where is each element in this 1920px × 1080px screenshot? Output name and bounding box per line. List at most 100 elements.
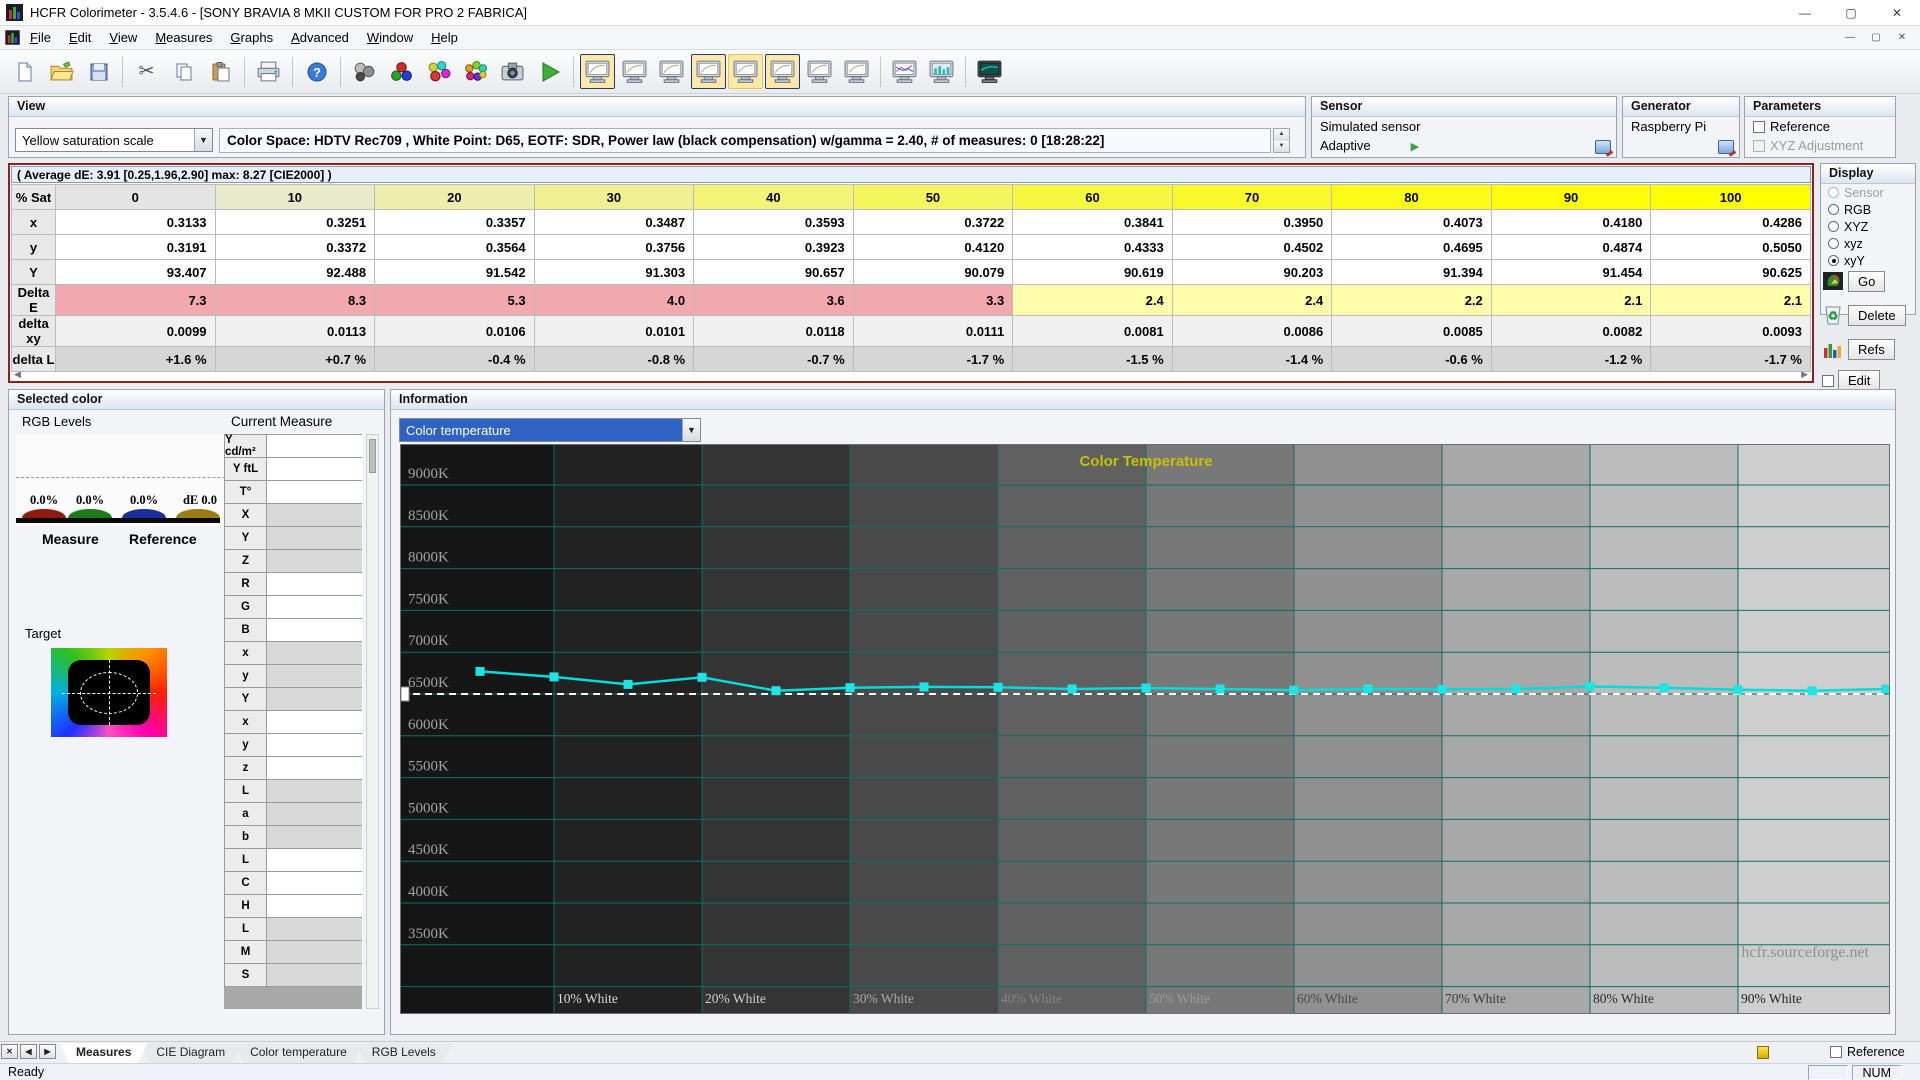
measure-row-value[interactable]	[267, 550, 362, 572]
measure-cell[interactable]: -0.7 %	[693, 346, 854, 372]
measure-row-value[interactable]	[267, 458, 362, 480]
measure-cell[interactable]: 2.1	[1490, 284, 1652, 316]
measure-cell[interactable]: 0.0082	[1490, 315, 1652, 347]
reference-checkbox[interactable]	[1830, 1046, 1842, 1058]
tab-rgb-levels[interactable]: RGB Levels	[356, 1043, 452, 1063]
primaries-view-icon[interactable]	[728, 54, 763, 89]
mdi-restore-button[interactable]: ▢	[1868, 32, 1884, 43]
sat-column-header[interactable]: 40	[693, 184, 854, 210]
measure-cell[interactable]: 93.407	[55, 259, 216, 285]
generator-config-icon[interactable]	[1718, 140, 1734, 154]
checkbox-icon[interactable]	[1753, 120, 1765, 133]
measure-cell[interactable]: 0.3251	[214, 209, 376, 235]
save-icon[interactable]	[81, 54, 116, 89]
measure-cell[interactable]: -0.6 %	[1331, 346, 1492, 372]
measure-cell[interactable]: +0.7 %	[214, 346, 376, 372]
menu-item-graphs[interactable]: Graphs	[221, 27, 282, 48]
go-button[interactable]: Go	[1822, 270, 1918, 292]
help-icon[interactable]: ?	[299, 54, 334, 89]
measure-cell[interactable]: +1.6 %	[55, 346, 216, 372]
nearblack-view-icon[interactable]	[617, 54, 652, 89]
measure-cell[interactable]: 3.3	[852, 284, 1014, 316]
measure-cell[interactable]: 0.0106	[374, 315, 535, 347]
sensor-config-icon[interactable]	[1595, 140, 1611, 154]
measure-cell[interactable]: 0.0101	[533, 315, 695, 347]
measure-cell[interactable]: 2.4	[1012, 284, 1173, 316]
open-file-icon[interactable]	[44, 54, 79, 89]
measure-cell[interactable]: 0.4286	[1650, 209, 1811, 235]
measure-cell[interactable]: 0.4333	[1012, 234, 1173, 260]
menu-item-edit[interactable]: Edit	[60, 27, 100, 48]
measure-row-value[interactable]	[267, 642, 362, 664]
measure-row-value[interactable]	[267, 734, 362, 756]
measure-cell[interactable]: 91.542	[374, 259, 535, 285]
menu-item-measures[interactable]: Measures	[146, 27, 221, 48]
sat-column-header[interactable]: 100	[1650, 184, 1811, 210]
delete-button[interactable]: ♻ Delete	[1822, 304, 1918, 326]
measure-cell[interactable]: 0.0113	[214, 315, 376, 347]
measure-cell[interactable]: 3.6	[693, 284, 854, 316]
measure-cell[interactable]: 92.488	[214, 259, 376, 285]
measure-cell[interactable]: 0.3593	[693, 209, 854, 235]
paste-icon[interactable]	[203, 54, 238, 89]
measure-cell[interactable]: 0.5050	[1650, 234, 1811, 260]
measure-row-value[interactable]	[267, 757, 362, 779]
measure-cell[interactable]: -1.4 %	[1171, 346, 1333, 372]
tab-measures[interactable]: Measures	[60, 1043, 147, 1063]
measure-cell[interactable]: 0.0111	[852, 315, 1014, 347]
edit-toggle[interactable]: Edit	[1822, 370, 1918, 391]
measure-cell[interactable]: 0.4502	[1171, 234, 1333, 260]
measure-cell[interactable]: 0.4120	[852, 234, 1014, 260]
measure-cell[interactable]: 91.454	[1490, 259, 1652, 285]
tab-color-temperature[interactable]: Color temperature	[234, 1043, 363, 1063]
measures-grid-view-icon[interactable]	[765, 54, 800, 89]
measure-row-value[interactable]	[267, 481, 362, 503]
measure-cell[interactable]: 0.4073	[1331, 209, 1492, 235]
measure-cell[interactable]: 91.303	[533, 259, 695, 285]
secondaries-measure-icon[interactable]	[421, 54, 456, 89]
sat-column-header[interactable]: 70	[1171, 184, 1333, 210]
measure-row-value[interactable]	[267, 826, 362, 848]
display-option-xyz[interactable]: xyz	[1821, 235, 1915, 252]
close-button[interactable]: ✕	[1874, 0, 1920, 26]
measure-cell[interactable]: 0.0085	[1331, 315, 1492, 347]
display-option-xyY[interactable]: xyY	[1821, 252, 1915, 269]
copy-icon[interactable]	[166, 54, 201, 89]
sat-column-header[interactable]: 50	[852, 184, 1014, 210]
measure-cell[interactable]: 0.3923	[693, 234, 854, 260]
sat-column-header[interactable]: 0	[55, 184, 216, 210]
sat-column-header[interactable]: 10	[214, 184, 376, 210]
measure-cell[interactable]: 90.079	[852, 259, 1014, 285]
measure-cell[interactable]: 0.3191	[55, 234, 216, 260]
measure-cell[interactable]: 0.0099	[55, 315, 216, 347]
measure-cell[interactable]: -1.7 %	[1650, 346, 1811, 372]
measure-cell[interactable]: 2.1	[1650, 284, 1811, 316]
colorchecker-measure-icon[interactable]	[458, 54, 493, 89]
measure-cell[interactable]: 0.4180	[1490, 209, 1652, 235]
measure-cell[interactable]: 4.0	[533, 284, 695, 316]
radio-icon[interactable]	[1828, 238, 1839, 249]
measure-row-value[interactable]	[267, 849, 362, 871]
measure-cell[interactable]: -0.4 %	[374, 346, 535, 372]
measure-row-value[interactable]	[267, 573, 362, 595]
reference-toggle[interactable]: Reference	[1830, 1045, 1905, 1059]
measure-cell[interactable]: 0.3756	[533, 234, 695, 260]
maximize-button[interactable]: ▢	[1828, 0, 1874, 26]
measure-row-value[interactable]	[267, 941, 362, 963]
measure-cell[interactable]: 7.3	[55, 284, 216, 316]
sat-column-header[interactable]: 30	[533, 184, 695, 210]
close-view-button[interactable]: ✕	[1, 1044, 18, 1059]
print-icon[interactable]	[251, 54, 286, 89]
tab-cie-diagram[interactable]: CIE Diagram	[140, 1043, 241, 1063]
cut-icon[interactable]: ✂	[129, 54, 164, 89]
new-document-icon[interactable]	[7, 54, 42, 89]
measure-cell[interactable]: 0.3133	[55, 209, 216, 235]
measure-cell[interactable]: 90.625	[1650, 259, 1811, 285]
measure-cell[interactable]: 90.619	[1012, 259, 1173, 285]
radio-icon[interactable]	[1828, 221, 1839, 232]
refs-button[interactable]: Refs	[1822, 338, 1918, 360]
measure-row-value[interactable]	[267, 918, 362, 940]
measure-row-value[interactable]	[267, 596, 362, 618]
display-option-RGB[interactable]: RGB	[1821, 201, 1915, 218]
measure-row-value[interactable]	[267, 688, 362, 710]
